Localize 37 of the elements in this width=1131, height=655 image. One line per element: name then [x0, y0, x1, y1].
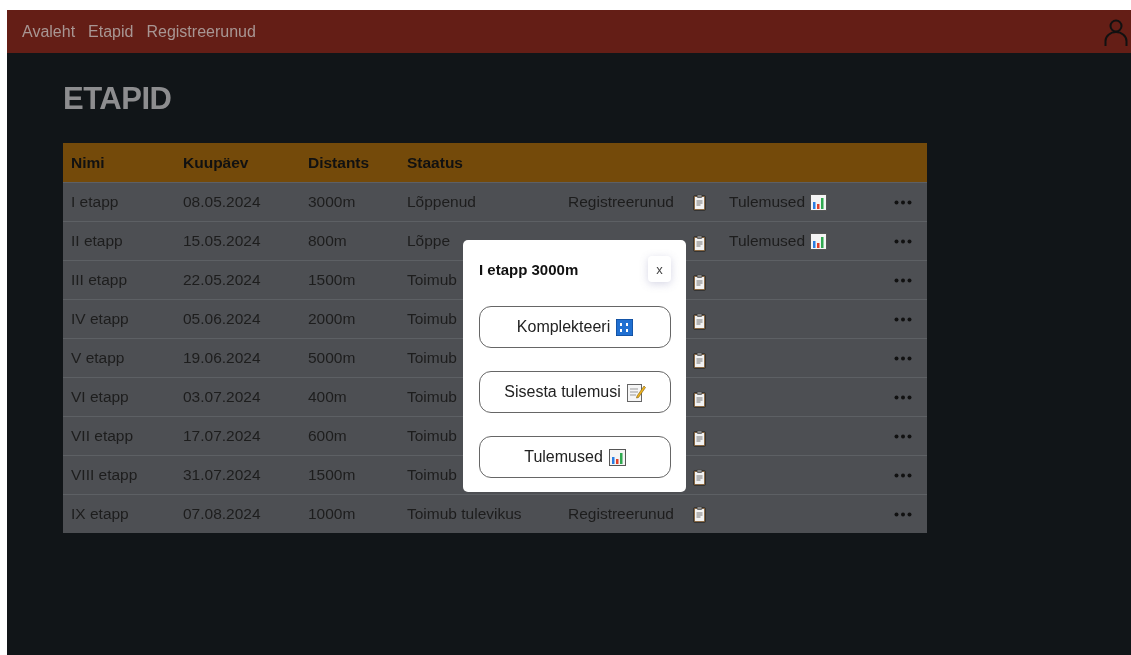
nav-link[interactable]: Etapid — [88, 22, 134, 41]
bar-chart-icon — [810, 232, 828, 250]
bar-chart-icon — [810, 193, 828, 211]
column-header: Nimi — [63, 143, 175, 183]
nav-link[interactable]: Avaleht — [22, 22, 76, 41]
column-header: Staatus — [399, 143, 560, 183]
clipboard-icon — [693, 505, 706, 523]
nav-link[interactable]: Registreerunud — [146, 22, 256, 41]
action-button[interactable]: Tulemused — [479, 436, 671, 478]
clipboard-icon — [693, 274, 706, 292]
clipboard-icon — [693, 193, 706, 211]
dialog-title: I etapp 3000m — [479, 260, 579, 278]
number-tile-icon — [616, 318, 634, 336]
more-icon[interactable] — [894, 316, 912, 322]
clipboard-icon — [693, 391, 706, 409]
more-icon[interactable] — [894, 433, 912, 439]
clipboard-icon — [693, 352, 706, 370]
clipboard-icon — [693, 235, 706, 253]
action-button[interactable]: Komplekteeri — [479, 306, 671, 348]
more-icon[interactable] — [894, 511, 912, 517]
more-icon[interactable] — [894, 355, 912, 361]
more-icon[interactable] — [894, 238, 912, 244]
more-icon[interactable] — [894, 277, 912, 283]
user-icon[interactable] — [1104, 18, 1128, 47]
column-header: Kuupäev — [175, 143, 300, 183]
action-button[interactable]: Sisesta tulemusi — [479, 371, 671, 413]
page-title: ETAPID — [63, 81, 173, 117]
clipboard-icon — [693, 430, 706, 448]
more-icon[interactable] — [894, 472, 912, 478]
bar-chart-icon — [608, 448, 626, 466]
clipboard-icon — [693, 313, 706, 331]
memo-pencil-icon — [626, 382, 646, 402]
more-icon[interactable] — [894, 199, 912, 205]
more-icon[interactable] — [894, 394, 912, 400]
clipboard-icon — [693, 469, 706, 487]
column-header: Distants — [300, 143, 399, 183]
close-button[interactable]: x — [648, 256, 671, 282]
